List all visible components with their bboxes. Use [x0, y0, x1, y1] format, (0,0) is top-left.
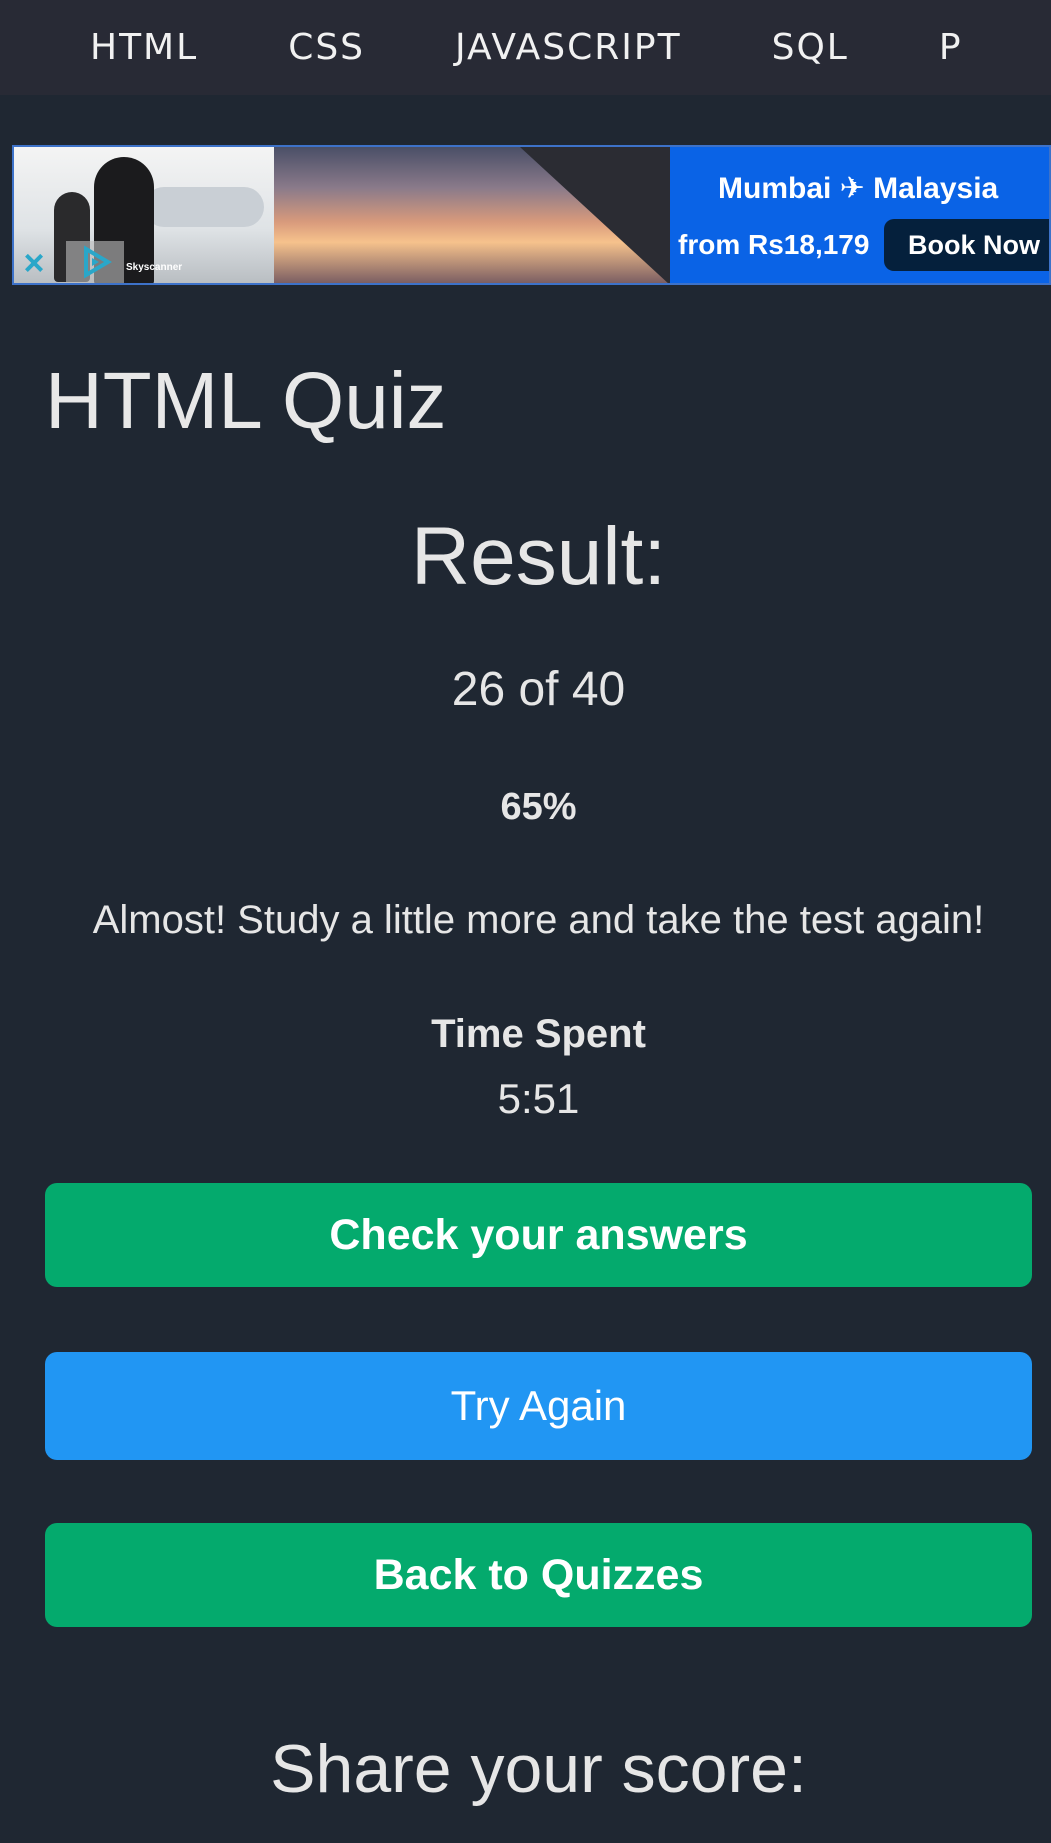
ad-brand-logo: Skyscanner	[126, 262, 183, 273]
nav-link-sql[interactable]: SQL	[772, 27, 849, 68]
ad-photo-sunset	[274, 147, 670, 283]
ad-photo-travellers: × Skyscanner	[14, 147, 274, 283]
check-answers-button[interactable]: Check your answers	[45, 1183, 1032, 1287]
nav-links: HTML CSS JAVASCRIPT SQL P	[90, 27, 1051, 68]
try-again-button[interactable]: Try Again	[45, 1352, 1032, 1460]
ad-choices-icon[interactable]	[66, 241, 124, 283]
result-message: Almost! Study a little more and take the…	[92, 898, 985, 942]
nav-link-css[interactable]: CSS	[288, 27, 365, 68]
advertisement-banner[interactable]: × Skyscanner Mumbai ✈ Malaysia from Rs18…	[12, 145, 1051, 285]
result-heading: Result:	[410, 511, 667, 602]
nav-link-html[interactable]: HTML	[90, 27, 198, 68]
back-to-quizzes-button[interactable]: Back to Quizzes	[45, 1523, 1032, 1627]
ad-price-text: from Rs18,179	[678, 229, 870, 260]
ad-book-now-button[interactable]: Book Now	[884, 219, 1049, 271]
ad-wing-image	[520, 147, 670, 283]
top-navigation-bar: HTML CSS JAVASCRIPT SQL P	[0, 0, 1051, 95]
score-percent: 65%	[500, 786, 577, 828]
ad-plane-image	[144, 187, 264, 227]
ad-close-icon[interactable]: ×	[16, 242, 52, 283]
page-title: HTML Quiz	[45, 356, 447, 445]
time-spent-label: Time Spent	[431, 1012, 646, 1056]
time-spent-value: 5:51	[497, 1075, 580, 1122]
nav-link-python[interactable]: P	[939, 27, 963, 68]
ad-route-text: Mumbai ✈ Malaysia	[718, 172, 999, 205]
share-score-heading: Share your score:	[270, 1731, 807, 1807]
score-text: 26 of 40	[451, 663, 626, 716]
ad-offer-panel: Mumbai ✈ Malaysia from Rs18,179 Book Now	[670, 147, 1049, 283]
nav-link-javascript[interactable]: JAVASCRIPT	[455, 27, 682, 68]
